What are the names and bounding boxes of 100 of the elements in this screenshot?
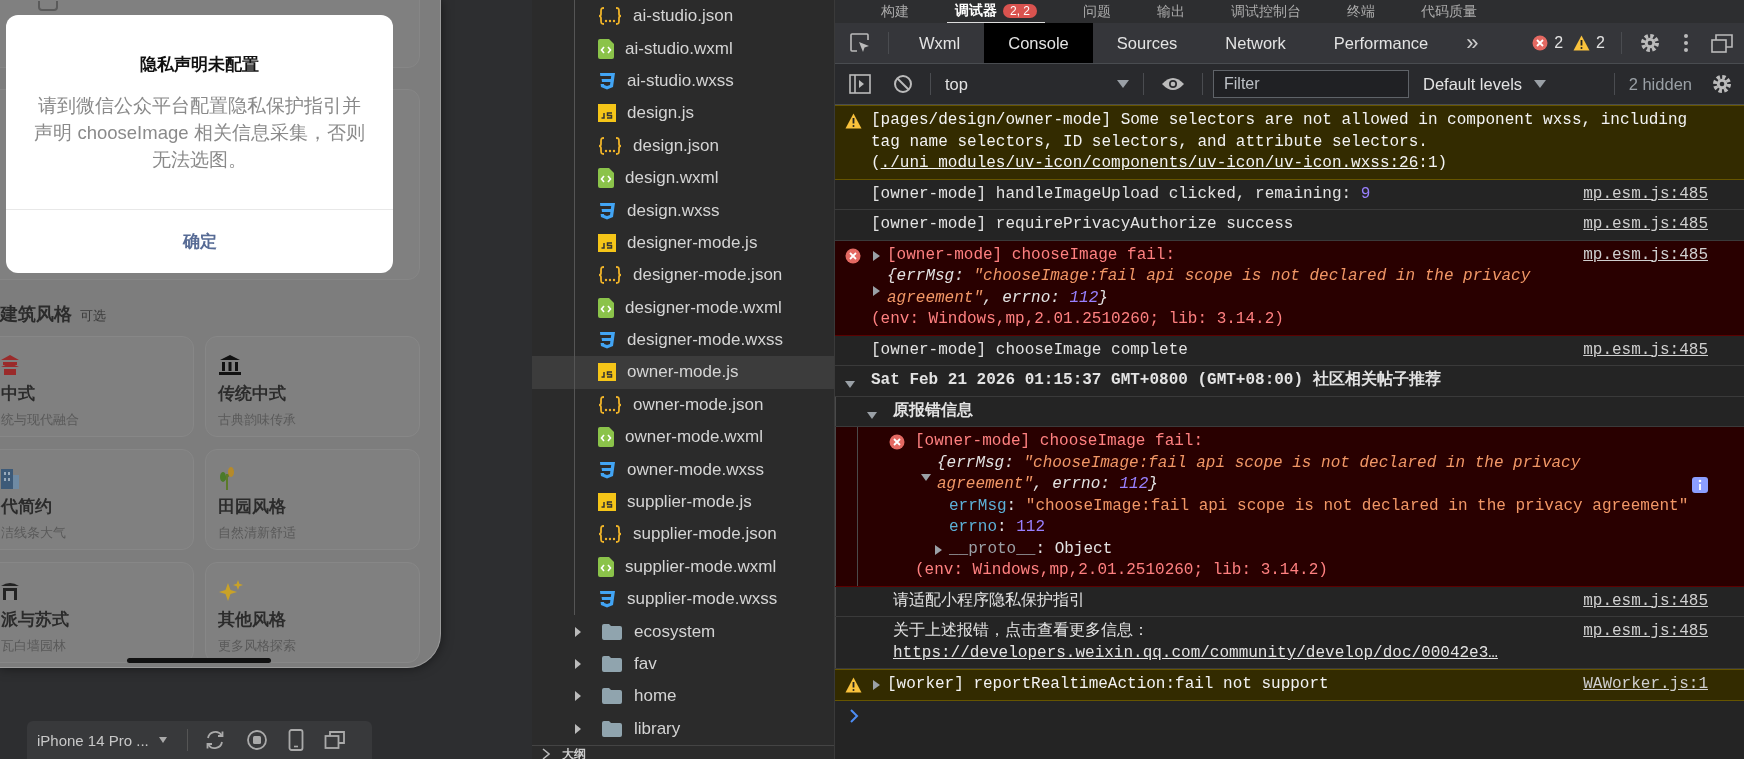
- settings-icon[interactable]: [1711, 73, 1733, 95]
- caret-icon: [158, 737, 167, 743]
- outline-title: 大纲: [562, 747, 586, 759]
- folder-icon: [602, 688, 622, 705]
- log-message: [owner-mode] handleImageUpload clicked, remaining: 9: [871, 183, 1371, 205]
- file-tree-item[interactable]: supplier-mode.json: [532, 518, 834, 551]
- style-title: 中式: [1, 383, 35, 405]
- section-hint: 可选: [80, 307, 106, 325]
- filter-field[interactable]: Filter: [1213, 70, 1409, 98]
- sparkles-icon: [218, 579, 244, 603]
- source-link[interactable]: mp.esm.js:485: [1583, 590, 1708, 612]
- disclosure-triangle-icon[interactable]: [921, 472, 931, 482]
- disclosure-triangle-icon[interactable]: [871, 680, 881, 690]
- disclosure-triangle-icon[interactable]: [933, 544, 943, 555]
- file-tree-item[interactable]: supplier-mode.wxml: [532, 550, 834, 584]
- more-options-icon[interactable]: [1683, 32, 1689, 54]
- device-select[interactable]: iPhone 14 Pro ...: [37, 731, 167, 749]
- file-tree-item[interactable]: home: [532, 680, 834, 713]
- panel-tab[interactable]: 问题: [1075, 1, 1119, 23]
- file-tree-item[interactable]: library: [532, 712, 834, 745]
- braces-icon: [598, 136, 622, 155]
- stylesheet-icon: [598, 71, 616, 90]
- source-link[interactable]: mp.esm.js:485: [1583, 339, 1708, 361]
- file-tree-item[interactable]: owner-mode.js: [532, 356, 834, 389]
- error-icon: [1532, 35, 1549, 51]
- file-tree-item[interactable]: supplier-mode.js: [532, 485, 834, 519]
- inspect-icon[interactable]: [849, 32, 871, 54]
- devtools-tab[interactable]: Sources: [1092, 23, 1202, 63]
- file-tree-item[interactable]: design.js: [532, 97, 834, 130]
- source-link[interactable]: mp.esm.js:485: [1583, 244, 1708, 266]
- warning-icon: [1573, 35, 1591, 51]
- devtools-tab[interactable]: Performance: [1309, 23, 1453, 63]
- style-title: 传统中式: [218, 383, 286, 405]
- folder-icon: [602, 656, 622, 672]
- link[interactable]: ./uni_modules/uv-icon/components/uv-icon/uv-icon.wxss:26: [880, 154, 1419, 172]
- error-icon: [889, 434, 905, 450]
- outline-header[interactable]: 大纲: [532, 745, 834, 759]
- file-tree-item[interactable]: fav: [532, 647, 834, 681]
- disclosure-triangle-icon[interactable]: [845, 379, 855, 389]
- panel-tab[interactable]: 终端: [1339, 1, 1383, 23]
- braces-icon: [598, 525, 622, 544]
- hidden-count: 2 hidden: [1628, 74, 1692, 94]
- settings-icon[interactable]: [1639, 32, 1661, 54]
- file-tree-item[interactable]: ai-studio.json: [532, 0, 834, 33]
- file-tree-item[interactable]: designer-mode.wxml: [532, 291, 834, 324]
- file-tree-item[interactable]: supplier-mode.wxss: [532, 583, 834, 616]
- caret-icon: [1534, 80, 1547, 88]
- confirm-button[interactable]: 确定: [6, 209, 393, 273]
- more-tabs-button[interactable]: »: [1452, 30, 1493, 56]
- devtools-tab[interactable]: Network: [1201, 23, 1310, 63]
- source-link[interactable]: mp.esm.js:485: [1583, 183, 1708, 205]
- dialog-message: 请到微信公众平台配置隐私保护指引并声明 chooseImage 相关信息采集，否则无法选图。: [33, 94, 366, 172]
- stylesheet-icon: [598, 201, 616, 220]
- environment-info: (env: Windows,mp,2.01.2510260; lib: 3.14.2): [871, 309, 1285, 330]
- log-levels-select[interactable]: Default levels: [1417, 73, 1553, 95]
- style-title: 代简约: [1, 496, 52, 518]
- file-tree-item[interactable]: owner-mode.json: [532, 388, 834, 422]
- braces-icon: [598, 266, 622, 285]
- source-link[interactable]: mp.esm.js:485: [1583, 621, 1708, 643]
- windows-icon[interactable]: [323, 729, 346, 751]
- source-link[interactable]: mp.esm.js:485: [1583, 214, 1708, 236]
- stylesheet-icon: [598, 331, 616, 350]
- disclosure-triangle-icon[interactable]: [867, 409, 877, 420]
- file-tree-item[interactable]: ai-studio.wxss: [532, 64, 834, 98]
- js-file-icon: [598, 493, 616, 512]
- file-tree-item[interactable]: design.wxml: [532, 161, 834, 195]
- prompt-icon[interactable]: [849, 708, 859, 723]
- file-tree-item[interactable]: owner-mode.wxss: [532, 453, 834, 486]
- dock-icon[interactable]: [1711, 33, 1733, 53]
- object-property: errno: 112: [949, 517, 1046, 538]
- panel-tab[interactable]: 代码质量: [1413, 1, 1485, 23]
- disclosure-triangle-icon[interactable]: [871, 250, 881, 261]
- panel-tab[interactable]: 输出: [1149, 1, 1193, 23]
- file-tree-item[interactable]: ecosystem: [532, 615, 834, 648]
- file-tree-item[interactable]: design.wxss: [532, 194, 834, 227]
- file-tree-item[interactable]: ai-studio.wxml: [532, 32, 834, 65]
- log-message: 请适配小程序隐私保护指引: [893, 590, 1085, 612]
- stop-icon[interactable]: [245, 729, 268, 751]
- sidebar-icon[interactable]: [849, 74, 871, 94]
- panel-tab[interactable]: 构建: [873, 1, 917, 23]
- info-icon: [1692, 476, 1708, 493]
- file-tree-item[interactable]: design.json: [532, 129, 834, 162]
- object-preview: {errMsg: "chooseImage:fail api scope is not declared in the privacy agreement", errno: 112}: [887, 266, 1532, 309]
- warning-icon: [844, 677, 862, 693]
- file-tree-item[interactable]: owner-mode.wxml: [532, 421, 834, 454]
- context-select[interactable]: top: [937, 69, 1137, 99]
- group-title: Sat Feb 21 2026 01:15:37 GMT+0800 (GMT+08:00) 社区相关帖子推荐: [871, 370, 1442, 391]
- js-file-icon: [598, 363, 616, 382]
- style-title: 其他风格: [218, 609, 286, 631]
- devtools-tab[interactable]: Console: [984, 23, 1093, 63]
- source-link[interactable]: WAWorker.js:1: [1583, 674, 1708, 696]
- file-tree-item[interactable]: designer-mode.json: [532, 259, 834, 292]
- disclosure-triangle-icon[interactable]: [871, 285, 881, 296]
- clear-console-icon[interactable]: [893, 74, 913, 94]
- link[interactable]: https://developers.weixin.qq.com/community/develop/doc/00042e3…: [893, 643, 1498, 662]
- phone-icon[interactable]: [287, 729, 304, 751]
- eye-icon[interactable]: [1161, 76, 1185, 92]
- file-tree-item[interactable]: designer-mode.js: [532, 226, 834, 260]
- panel-tab[interactable]: 调试控制台: [1223, 1, 1309, 23]
- devtools-tab[interactable]: Wxml: [895, 23, 985, 63]
